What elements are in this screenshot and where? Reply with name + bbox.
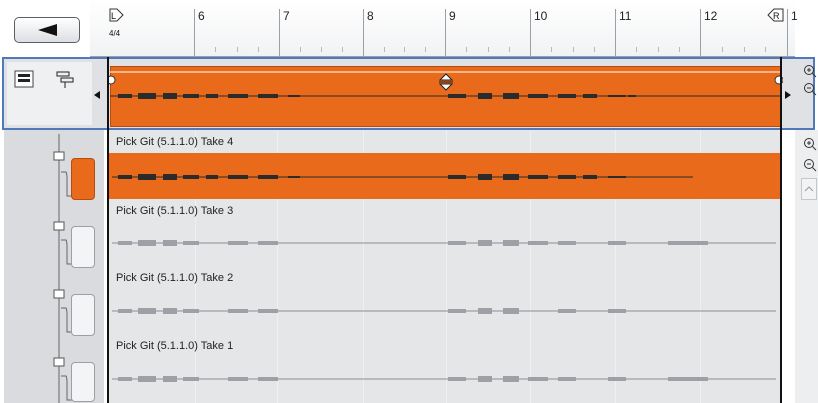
ruler-tick bbox=[765, 47, 766, 52]
gain-handle-icon bbox=[438, 73, 454, 91]
bar-line bbox=[445, 9, 446, 56]
bar-line bbox=[363, 9, 364, 56]
ruler-tick bbox=[258, 47, 259, 52]
back-button[interactable] bbox=[14, 17, 80, 43]
timeline-ruler[interactable]: 6 7 8 9 10 11 12 1 bbox=[90, 0, 798, 57]
left-locator-icon[interactable]: L 4/4 bbox=[108, 8, 130, 40]
left-locator-label: L bbox=[111, 11, 116, 21]
bar-line bbox=[194, 9, 195, 56]
ruler-tick bbox=[679, 47, 680, 52]
zoom-in-lower-icon[interactable] bbox=[803, 137, 817, 151]
ruler-tick bbox=[636, 47, 637, 52]
ruler-tick bbox=[342, 47, 343, 52]
ruler-tick bbox=[404, 47, 405, 52]
bar-line bbox=[530, 9, 531, 56]
comp-waveform bbox=[108, 71, 783, 99]
zoom-in-icon[interactable] bbox=[803, 64, 817, 78]
take-3-waveform[interactable] bbox=[108, 220, 781, 266]
ruler-tick bbox=[488, 47, 489, 52]
ruler-tick bbox=[300, 47, 301, 52]
bar-line bbox=[615, 9, 616, 56]
zoom-out-lower-icon[interactable] bbox=[803, 158, 817, 172]
bar-number: 7 bbox=[283, 9, 290, 23]
bar-number: 6 bbox=[198, 9, 205, 23]
ruler-tick bbox=[573, 47, 574, 52]
ruler-tick bbox=[594, 47, 595, 52]
take-3-select-button[interactable] bbox=[71, 226, 95, 268]
bar-line bbox=[787, 9, 788, 56]
ruler-tick bbox=[237, 47, 238, 52]
right-locator-line bbox=[780, 57, 782, 403]
ruler-tick bbox=[466, 47, 467, 52]
bar-line bbox=[700, 9, 701, 56]
left-locator-line bbox=[107, 57, 109, 403]
take-1-label: Pick Git (5.1.1.0) Take 1 bbox=[116, 340, 234, 352]
scroll-left-icon[interactable] bbox=[92, 90, 102, 100]
bar-number: 1 bbox=[791, 9, 798, 23]
right-locator-icon[interactable]: R bbox=[763, 8, 785, 26]
take-4-waveform bbox=[112, 174, 693, 180]
right-locator-label: R bbox=[773, 11, 780, 21]
time-signature: 4/4 bbox=[109, 29, 121, 38]
bar-number: 9 bbox=[449, 9, 456, 23]
bar-line bbox=[279, 9, 280, 56]
take-2-select-button[interactable] bbox=[71, 294, 95, 336]
lanes-view-icon[interactable] bbox=[14, 70, 36, 90]
bar-number: 10 bbox=[534, 9, 548, 23]
comp-view-icon[interactable] bbox=[55, 70, 77, 90]
take-2-waveform[interactable] bbox=[108, 288, 781, 334]
bar-number: 8 bbox=[367, 9, 374, 23]
ruler-tick bbox=[509, 47, 510, 52]
ruler-tick bbox=[658, 47, 659, 52]
zoom-out-icon[interactable] bbox=[803, 82, 817, 96]
ruler-tick bbox=[384, 47, 385, 52]
take-1-waveform[interactable] bbox=[108, 356, 781, 402]
ruler-tick bbox=[551, 47, 552, 52]
ruler-tick bbox=[215, 47, 216, 52]
scroll-up-icon bbox=[804, 186, 814, 192]
ruler-tick bbox=[722, 47, 723, 52]
take-1-select-button[interactable] bbox=[71, 362, 95, 402]
ruler-tick bbox=[744, 47, 745, 52]
take-4-select-button[interactable] bbox=[71, 158, 95, 200]
bar-number: 11 bbox=[619, 9, 632, 23]
scroll-up-button[interactable] bbox=[801, 178, 817, 200]
take-4-label: Pick Git (5.1.1.0) Take 4 bbox=[116, 136, 234, 148]
left-triangle-icon bbox=[38, 24, 57, 36]
bar-number: 12 bbox=[704, 9, 718, 23]
scroll-right-icon[interactable] bbox=[783, 90, 793, 100]
take-3-label: Pick Git (5.1.1.0) Take 3 bbox=[116, 205, 234, 217]
ruler-tick bbox=[321, 47, 322, 52]
ruler-tick bbox=[425, 47, 426, 52]
take-2-label: Pick Git (5.1.1.0) Take 2 bbox=[116, 272, 234, 284]
